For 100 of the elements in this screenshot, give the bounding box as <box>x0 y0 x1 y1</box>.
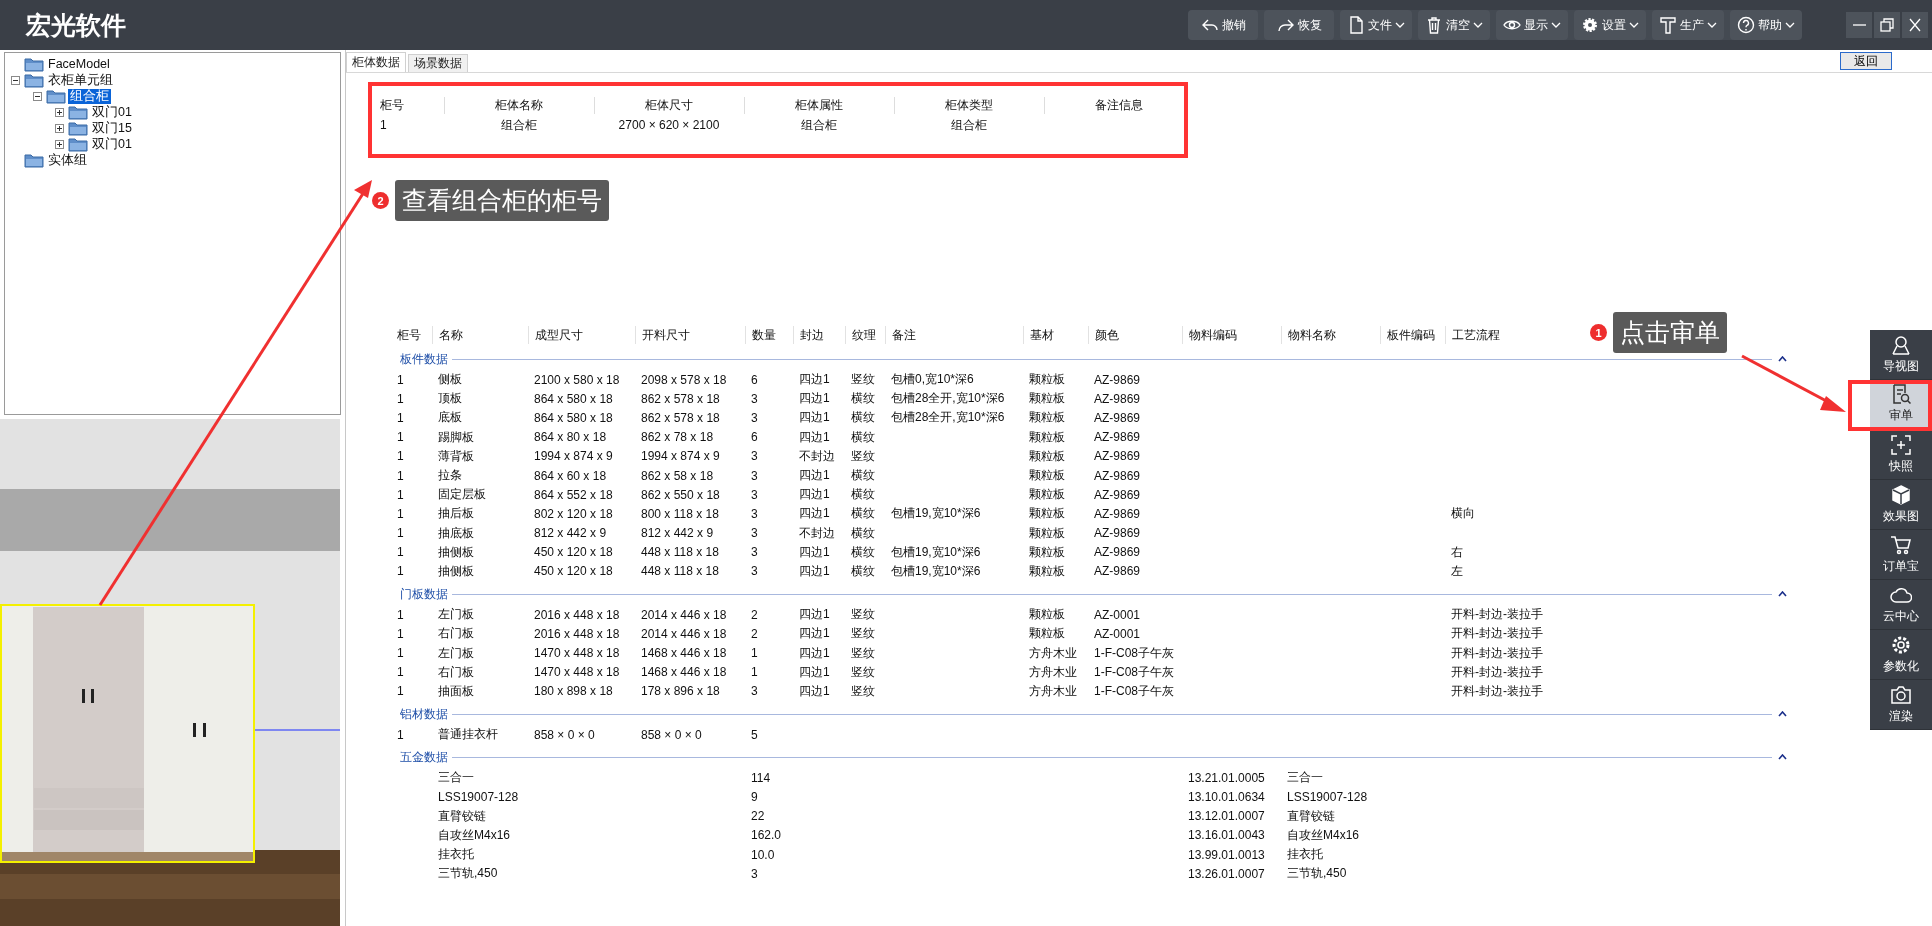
table-cell: 自攻丝M4x16 <box>438 827 511 842</box>
collapse-caret-icon[interactable] <box>1778 711 1787 717</box>
expand-toggle[interactable] <box>55 123 66 133</box>
collapse-toggle[interactable] <box>33 91 44 101</box>
toolbar-button[interactable]: 显示 <box>1496 10 1568 40</box>
folder-icon <box>68 104 88 120</box>
step-number-badge: 1 <box>1590 324 1607 341</box>
column-header: 柜体名称 <box>443 96 594 114</box>
tab[interactable]: 柜体数据 <box>346 52 406 72</box>
minimize-button[interactable] <box>1846 12 1872 38</box>
close-button[interactable] <box>1902 12 1928 38</box>
sidebar-button[interactable]: 效果图 <box>1870 480 1932 530</box>
tab[interactable]: 场景数据 <box>408 54 468 72</box>
toolbar-button[interactable]: 帮助 <box>1730 10 1802 40</box>
toolbar-button[interactable]: 恢复 <box>1264 10 1334 40</box>
sidebar-button[interactable]: 快照 <box>1870 430 1932 480</box>
table-cell: 3 <box>751 506 758 521</box>
sidebar-button[interactable]: 订单宝 <box>1870 530 1932 580</box>
table-cell: 四边1 <box>799 645 830 660</box>
toolbar-button[interactable]: 撤销 <box>1188 10 1258 40</box>
tree-item[interactable]: 双门01 <box>90 136 134 152</box>
table-cell: 竖纹 <box>851 626 875 641</box>
table-cell: 864 x 552 x 18 <box>534 487 613 502</box>
table-cell: 开料-封边-装拉手 <box>1451 664 1543 679</box>
sidebar-button[interactable]: 参数化 <box>1870 630 1932 680</box>
table-cell: 180 x 898 x 18 <box>534 684 613 699</box>
table-cell: AZ-9869 <box>1094 545 1141 560</box>
table-cell: 862 x 78 x 18 <box>641 430 714 445</box>
table-cell: 不封边 <box>799 448 835 463</box>
table-cell: 450 x 120 x 18 <box>534 545 613 560</box>
column-header: 纹理 <box>852 326 876 344</box>
column-header: 物料名称 <box>1288 326 1336 344</box>
sidebar-button[interactable]: 云中心 <box>1870 580 1932 630</box>
trash-icon <box>1425 16 1443 34</box>
table-cell: 178 x 896 x 18 <box>641 684 720 699</box>
table-cell: 直臂铰链 <box>1287 808 1335 823</box>
tree-item[interactable]: 衣柜单元组 <box>46 72 115 88</box>
tree-item[interactable]: 组合柜 <box>68 88 111 104</box>
expand-toggle[interactable] <box>55 139 66 149</box>
table-cell: 2100 x 580 x 18 <box>534 372 620 387</box>
column-header: 备注 <box>892 326 916 344</box>
restore-icon <box>1879 17 1895 33</box>
tree-item[interactable]: 双门15 <box>90 120 134 136</box>
column-header: 开料尺寸 <box>642 326 690 344</box>
table-cell: 1 <box>397 487 404 502</box>
table-cell: 22 <box>751 809 765 824</box>
sidebar-button[interactable]: 导视图 <box>1870 330 1932 380</box>
table-cell: 1 <box>397 684 404 699</box>
table-cell: 2016 x 448 x 18 <box>534 607 620 622</box>
tree-item[interactable]: FaceModel <box>46 56 112 72</box>
table-cell: 四边1 <box>799 683 830 698</box>
toolbar-button[interactable]: 清空 <box>1418 10 1490 40</box>
table-cell: 不封边 <box>799 525 835 540</box>
restore-button[interactable] <box>1874 12 1900 38</box>
collapse-toggle[interactable] <box>11 75 22 85</box>
app-title: 宏光软件 <box>24 9 127 41</box>
toolbar-button[interactable]: 设置 <box>1574 10 1646 40</box>
table-cell: 四边1 <box>799 607 830 622</box>
folder-icon <box>68 120 88 136</box>
collapse-caret-icon[interactable] <box>1778 591 1787 598</box>
table-cell: 右门板 <box>438 664 474 679</box>
toolbar-button[interactable]: 文件 <box>1340 10 1412 40</box>
table-cell: 2 <box>751 607 758 622</box>
table-cell: 10.0 <box>751 847 775 862</box>
tree-item[interactable]: 实体组 <box>46 152 89 168</box>
table-cell: 横纹 <box>851 429 875 444</box>
table-cell: 固定层板 <box>438 487 486 502</box>
table-cell: 800 x 118 x 18 <box>641 506 719 521</box>
table-cell: AZ-9869 <box>1094 430 1141 445</box>
table-cell: AZ-9869 <box>1094 564 1141 579</box>
table-cell: 四边1 <box>799 487 830 502</box>
table-cell: 包槽28全开,宽10*深6 <box>891 391 1005 406</box>
tree-item[interactable]: 双门01 <box>90 104 134 120</box>
table-cell: 右 <box>1451 544 1463 559</box>
collapse-caret-icon[interactable] <box>1778 356 1787 362</box>
collapse-caret-icon[interactable] <box>1778 754 1787 761</box>
table-cell: 862 x 58 x 18 <box>641 468 714 483</box>
column-header: 物料编码 <box>1189 326 1237 344</box>
table-cell: 左 <box>1451 563 1463 578</box>
table-cell: AZ-9869 <box>1094 506 1141 521</box>
table-cell: 450 x 120 x 18 <box>534 564 613 579</box>
table-cell: 横纹 <box>851 544 875 559</box>
sidebar-button[interactable]: 渲染 <box>1870 680 1932 730</box>
table-cell: 1-F-C08子午灰 <box>1094 664 1174 679</box>
table-cell: 颗粒板 <box>1029 626 1065 641</box>
table-cell: 薄背板 <box>438 448 474 463</box>
expand-toggle[interactable] <box>55 107 66 117</box>
document-icon <box>1347 16 1365 34</box>
table-cell: 颗粒板 <box>1029 506 1065 521</box>
table-cell: 6 <box>751 430 758 445</box>
table-cell: 1 <box>397 646 404 661</box>
table-cell: 四边1 <box>799 372 830 387</box>
cube-icon <box>1890 484 1912 506</box>
table-cell: 3 <box>751 866 758 881</box>
table-cell: 竖纹 <box>851 607 875 622</box>
table-cell: 864 x 580 x 18 <box>534 391 613 406</box>
back-button[interactable]: 返回 <box>1840 52 1892 70</box>
camera-icon <box>1890 684 1912 706</box>
toolbar-button[interactable]: 生产 <box>1652 10 1724 40</box>
table-cell: 3 <box>751 449 758 464</box>
